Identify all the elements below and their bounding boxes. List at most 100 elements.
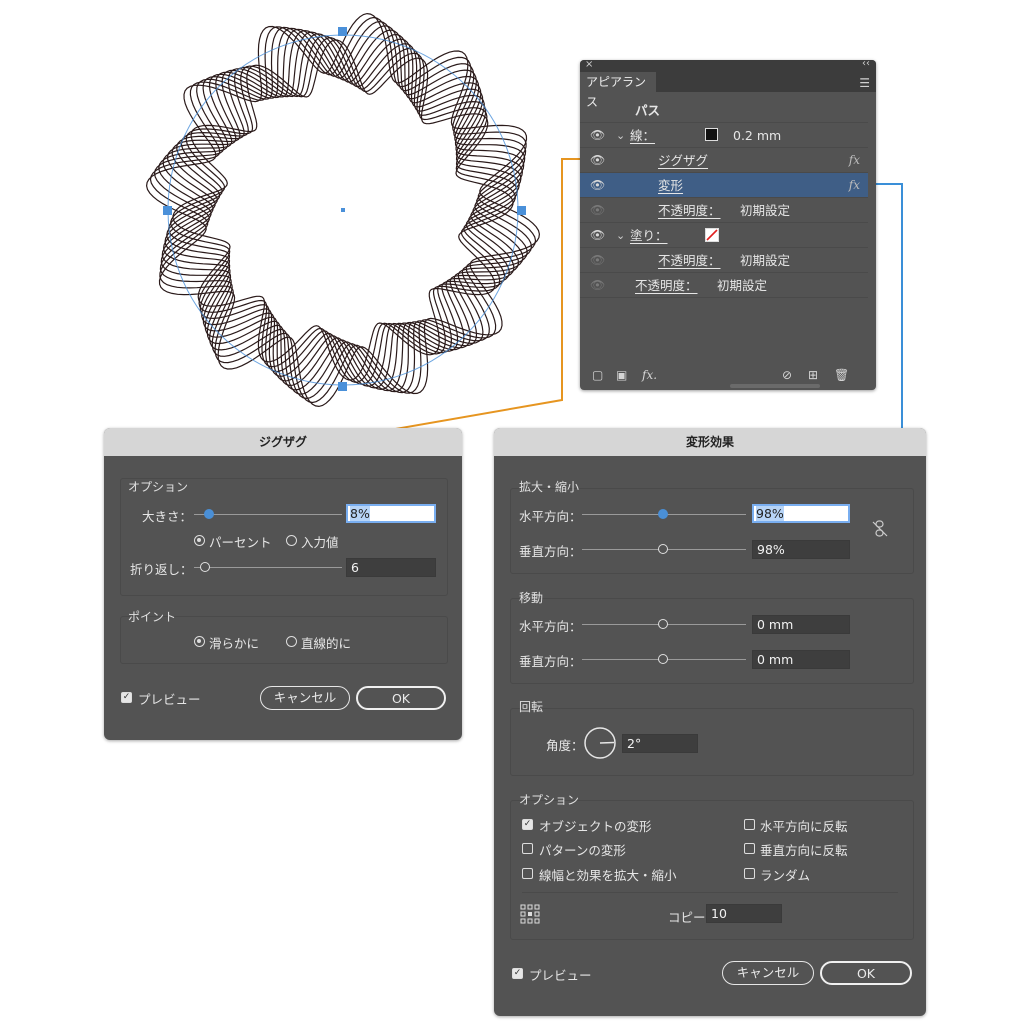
scale-v-field[interactable]: 98% [752,540,850,559]
fx-icon[interactable]: fx [849,173,860,198]
transform-patterns-checkbox[interactable] [522,843,533,854]
fill-row[interactable]: 👁 ⌄ 塗り： [580,223,868,248]
random-label[interactable]: ランダム [760,865,810,884]
collapse-icon[interactable]: ‹‹ [862,58,870,69]
scrollbar[interactable] [730,384,820,388]
new-fill-icon[interactable]: ▣ [616,368,627,382]
size-slider-knob[interactable] [204,509,214,519]
center-point [341,208,345,212]
scale-strokes-label[interactable]: 線幅と効果を拡大・縮小 [539,865,677,884]
visibility-eye-icon[interactable]: 👁 [590,273,605,298]
panel-tabbar: アピアランス ☰ [580,72,876,109]
zigzag-ring-artwork [145,12,541,408]
tab-appearance[interactable]: アピアランス [580,72,656,109]
scale-v-slider-knob[interactable] [658,544,668,554]
ridges-slider-track[interactable] [194,567,342,568]
size-label: 大きさ： [142,509,193,524]
preview-label[interactable]: プレビュー [529,965,592,984]
chevron-down-icon[interactable]: ⌄ [616,123,625,148]
link-broken-icon[interactable] [872,520,888,538]
scale-h-field[interactable]: 98% [752,504,850,523]
visibility-eye-icon[interactable]: 👁 [590,123,605,148]
random-checkbox[interactable] [744,868,755,879]
object-opacity-row[interactable]: 👁 不透明度： 初期設定 [580,273,868,298]
ok-button[interactable]: OK [356,686,446,710]
chevron-down-icon[interactable]: ⌄ [616,223,625,248]
ok-button[interactable]: OK [820,961,912,985]
stroke-weight-value[interactable]: 0.2 mm [733,123,781,148]
move-h-slider-knob[interactable] [658,619,668,629]
fx-icon[interactable]: fx. [642,368,657,382]
effect-row-zigzag[interactable]: 👁 ジグザグ fx [580,148,868,173]
smooth-radio-label[interactable]: 滑らかに [209,633,259,652]
copies-field[interactable]: 10 [706,904,782,923]
visibility-eye-icon[interactable]: 👁 [590,223,605,248]
effect-zigzag-label[interactable]: ジグザグ [658,148,708,173]
move-h-field[interactable]: 0 mm [752,615,850,634]
no-fill-swatch[interactable] [705,228,719,242]
fill-label[interactable]: 塗り： [630,223,668,248]
size-field[interactable]: 8% [346,504,436,523]
transform-patterns-label[interactable]: パターンの変形 [539,840,626,859]
duplicate-icon[interactable]: ⊞ [808,368,818,382]
transform-objects-label[interactable]: オブジェクトの変形 [539,816,652,835]
smooth-radio[interactable] [194,636,205,647]
stroke-label[interactable]: 線： [630,123,655,148]
preview-checkbox[interactable]: ✓ [512,968,523,979]
preview-label[interactable]: プレビュー [138,689,201,708]
corner-radio[interactable] [286,636,297,647]
cancel-button[interactable]: キャンセル [722,961,814,985]
ridges-slider-knob[interactable] [200,562,210,572]
move-h-label: 水平方向： [519,619,582,634]
percent-radio[interactable] [194,535,205,546]
percent-radio-label[interactable]: パーセント [209,532,272,551]
trash-icon[interactable]: 🗑 [834,368,849,382]
opacity-label[interactable]: 不透明度： [658,248,721,273]
scale-group [510,488,914,574]
effect-row-transform[interactable]: 👁 変形 fx [580,173,868,198]
reflect-y-checkbox[interactable] [744,843,755,854]
opacity-label[interactable]: 不透明度： [658,198,721,223]
clear-icon[interactable]: ⊘ [782,368,792,382]
size-slider-track[interactable] [194,514,342,515]
anchor-bottom [338,382,347,391]
reflect-x-label[interactable]: 水平方向に反転 [760,816,848,835]
ridges-label: 折り返し： [130,562,193,577]
scale-group-label: 拡大・縮小 [519,480,580,494]
absolute-radio-label[interactable]: 入力値 [301,532,339,551]
visibility-eye-icon[interactable]: 👁 [590,173,605,198]
angle-field[interactable]: 2° [622,734,698,753]
visibility-eye-icon[interactable]: 👁 [590,198,605,223]
dialog-title: ジグザグ [104,428,462,456]
transform-objects-checkbox[interactable]: ✓ [522,819,533,830]
visibility-eye-icon[interactable]: 👁 [590,148,605,173]
stroke-row[interactable]: 👁 ⌄ 線： 0.2 mm [580,123,868,148]
options-divider [522,892,898,893]
visibility-eye-icon[interactable]: 👁 [590,248,605,273]
ridges-field[interactable]: 6 [346,558,436,577]
move-v-slider-knob[interactable] [658,654,668,664]
absolute-radio[interactable] [286,535,297,546]
fx-icon[interactable]: fx [849,148,860,173]
reflect-y-label[interactable]: 垂直方向に反転 [760,840,848,859]
angle-dial[interactable] [583,726,617,760]
corner-radio-label[interactable]: 直線的に [301,633,351,652]
reference-point-icon[interactable] [520,904,540,924]
cancel-button[interactable]: キャンセル [260,686,350,710]
reflect-x-checkbox[interactable] [744,819,755,830]
points-group-label: ポイント [128,610,177,624]
panel-menu-icon[interactable]: ☰ [859,76,870,90]
scale-strokes-checkbox[interactable] [522,868,533,879]
move-v-field[interactable]: 0 mm [752,650,850,669]
new-stroke-icon[interactable]: ▢ [592,368,603,382]
stroke-opacity-row[interactable]: 👁 不透明度： 初期設定 [580,198,868,223]
opacity-label[interactable]: 不透明度： [635,273,698,298]
fill-opacity-row[interactable]: 👁 不透明度： 初期設定 [580,248,868,273]
scale-h-slider-knob[interactable] [658,509,668,519]
object-label: パス [635,103,661,118]
effect-transform-label[interactable]: 変形 [658,173,683,198]
move-group [510,598,914,684]
preview-checkbox[interactable]: ✓ [121,692,132,703]
stroke-color-swatch[interactable] [705,128,718,141]
close-icon[interactable]: × [585,59,593,70]
